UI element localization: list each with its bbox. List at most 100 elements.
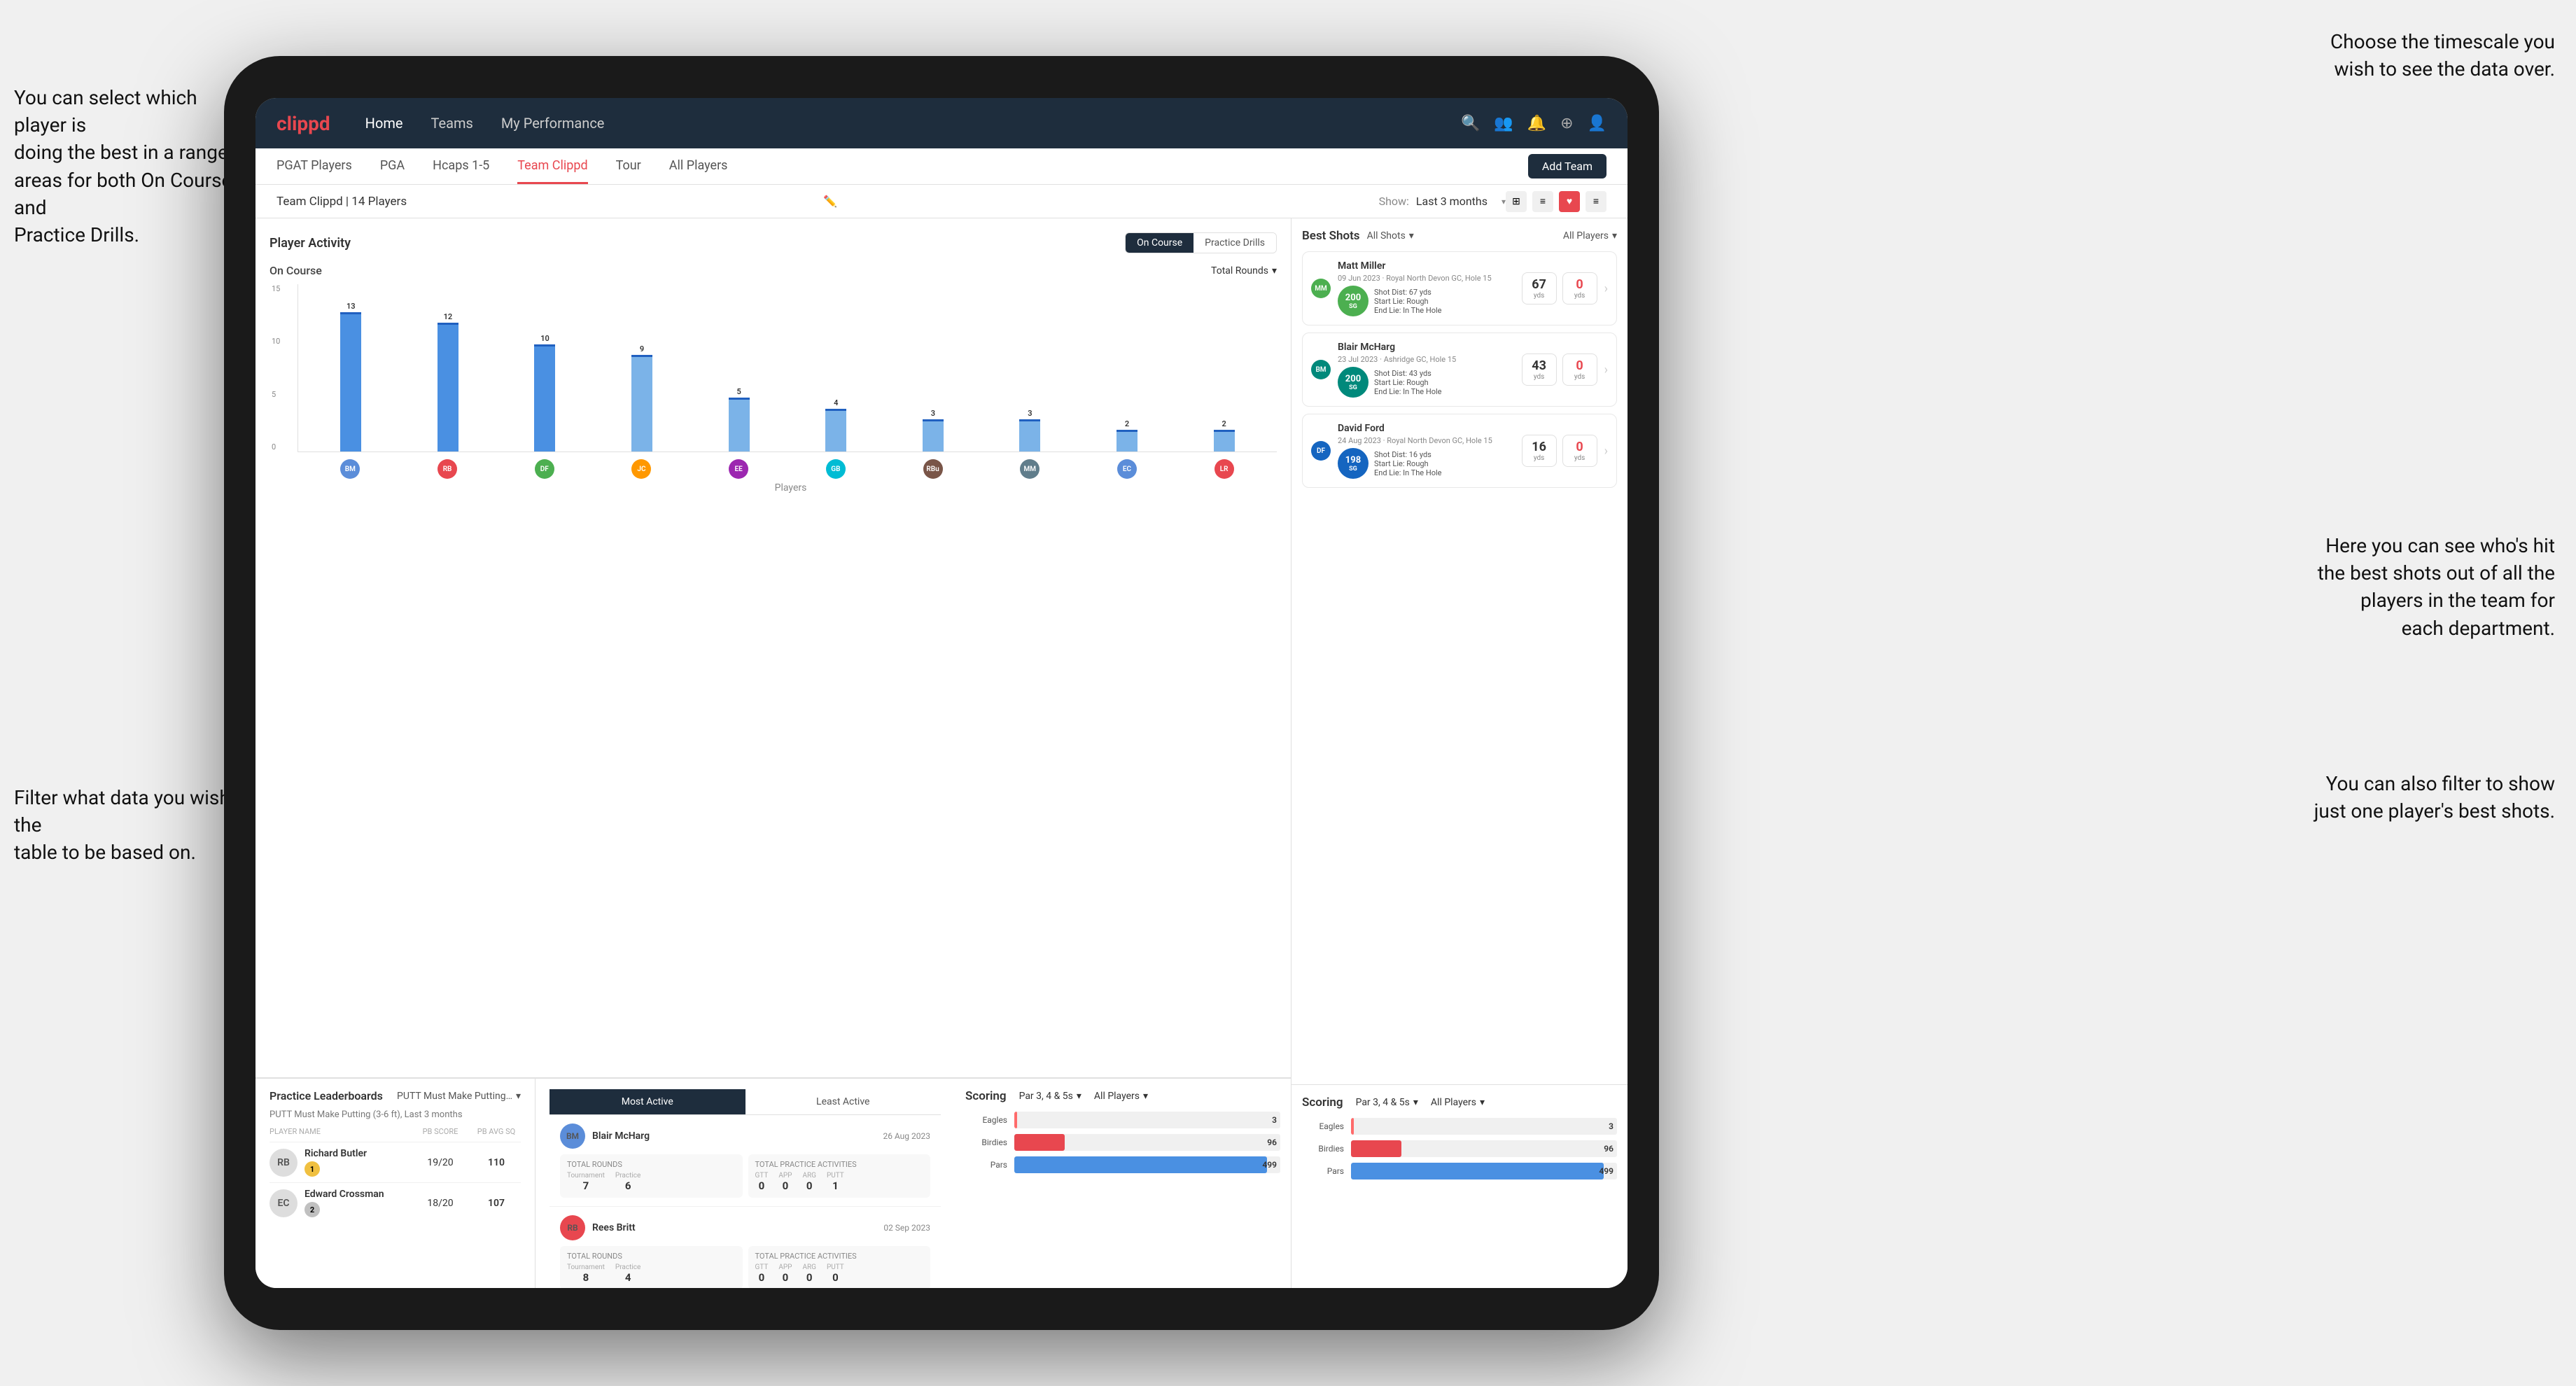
shot-1-chevron-icon[interactable]: › — [1604, 281, 1608, 296]
shot-card-1: MM Matt Miller 09 Jun 2023 · Royal North… — [1302, 251, 1617, 326]
shot-1-second-stat: 0 yds — [1562, 272, 1597, 304]
birdies-right-bar — [1351, 1140, 1401, 1157]
shot-2-dist-info: Shot Dist: 43 ydsStart Lie: RoughEnd Lie… — [1374, 369, 1441, 396]
main-content: Player Activity On Course Practice Drill… — [255, 218, 1628, 1288]
total-practice-section-1: Total Practice Activities GTT 0 APP — [748, 1154, 931, 1198]
player-avatar-r.britt: RB — [402, 459, 493, 479]
dropdown-caret-icon: ▾ — [1272, 265, 1277, 276]
bar-group-b.mcharg: 13 — [305, 302, 397, 451]
scoring-filter-1[interactable]: Par 3, 4 & 5s ▾ — [1019, 1091, 1082, 1102]
all-shots-caret: ▾ — [1409, 230, 1414, 241]
add-team-button[interactable]: Add Team — [1528, 154, 1606, 178]
total-rounds-dropdown[interactable]: Total Rounds ▾ — [1211, 265, 1277, 276]
birdies-label: Birdies — [965, 1138, 1007, 1147]
putt-col-1: PUTT 1 — [827, 1172, 844, 1192]
tab-hcaps[interactable]: Hcaps 1-5 — [433, 148, 489, 184]
bar-m.miller[interactable] — [1019, 419, 1040, 451]
edit-team-icon[interactable]: ✏️ — [823, 195, 837, 208]
annotation-best-shots: Here you can see who's hit the best shot… — [2318, 532, 2555, 642]
tab-most-active[interactable]: Most Active — [550, 1089, 746, 1114]
team-name-label: Team Clippd | 14 Players — [276, 195, 818, 209]
tab-team-clippd[interactable]: Team Clippd — [517, 148, 587, 184]
shot-3-detail-row: 198 SG Shot Dist: 16 ydsStart Lie: Rough… — [1338, 448, 1515, 479]
shot-1-stats: 67 yds 0 yds — [1522, 272, 1597, 304]
tab-least-active[interactable]: Least Active — [746, 1089, 941, 1114]
birdies-row: Birdies 96 — [965, 1134, 1280, 1151]
leaderboard-row-1: RB Richard Butler 1 19/20 110 — [270, 1142, 521, 1182]
tab-all-players[interactable]: All Players — [669, 148, 728, 184]
scoring-right-filter-1[interactable]: Par 3, 4 & 5s ▾ — [1356, 1097, 1418, 1108]
player-avatar-r.butler: RBu — [887, 459, 979, 479]
pars-row: Pars 499 — [965, 1156, 1280, 1173]
tab-pga[interactable]: PGA — [380, 148, 405, 184]
grid-icon[interactable]: ⊞ — [1506, 191, 1527, 212]
card-icon[interactable]: ♥ — [1559, 191, 1580, 212]
player-avatar-e.crossman: EC — [1082, 459, 1173, 479]
practice-subtitle: PUTT Must Make Putting (3-6 ft), Last 3 … — [270, 1110, 521, 1120]
show-value[interactable]: Last 3 months — [1416, 195, 1488, 208]
shot-3-player-avatar: DF — [1311, 441, 1331, 461]
pars-label: Pars — [965, 1160, 1007, 1170]
nav-logo: clippd — [276, 112, 330, 135]
scoring-header: Scoring Par 3, 4 & 5s ▾ All Players ▾ — [965, 1089, 1280, 1103]
gtt-col-1: GTT 0 — [755, 1172, 769, 1192]
player-2-avatar: EC — [270, 1189, 298, 1217]
eagles-right-value: 3 — [1609, 1121, 1614, 1131]
scoring-right-filter-2[interactable]: All Players ▾ — [1431, 1097, 1485, 1108]
rounds-stat-row-2: Tournament 8 Practice 4 — [567, 1264, 736, 1284]
bar-l.robertson[interactable] — [1214, 430, 1235, 451]
shot-3-chevron-icon[interactable]: › — [1604, 444, 1608, 458]
scoring-filter-2[interactable]: All Players ▾ — [1094, 1091, 1148, 1102]
shot-1-player-avatar: MM — [1311, 279, 1331, 298]
bar-r.britt[interactable] — [438, 323, 458, 451]
bar-j.coles[interactable] — [631, 355, 652, 451]
top-nav: clippd Home Teams My Performance 🔍 👥 🔔 ⊕… — [255, 98, 1628, 148]
all-shots-filter[interactable]: All Shots ▾ — [1367, 230, 1414, 241]
all-players-filter[interactable]: All Players ▾ — [1563, 230, 1617, 241]
bar-e.crossman[interactable] — [1116, 430, 1138, 451]
table-icon[interactable]: ≡ — [1586, 191, 1606, 212]
nav-links: Home Teams My Performance — [365, 115, 1461, 132]
birdies-right-container: 96 — [1351, 1140, 1617, 1157]
nav-teams[interactable]: Teams — [431, 115, 473, 132]
rounds-stat-row-1: Tournament 7 Practice 6 — [567, 1172, 736, 1192]
users-icon[interactable]: 👥 — [1494, 115, 1513, 132]
bar-r.butler[interactable] — [923, 419, 944, 451]
bar-b.mcharg[interactable] — [340, 312, 361, 451]
shot-3-second-stat: 0 yds — [1562, 435, 1597, 467]
chart-area: 15 10 5 0 1312109543322 BMRBDFJCEEGBRBuM… — [270, 284, 1277, 1063]
nav-home[interactable]: Home — [365, 115, 403, 132]
search-icon[interactable]: 🔍 — [1461, 115, 1480, 132]
settings-icon[interactable]: ⊕ — [1560, 115, 1573, 132]
tab-pgat-players[interactable]: PGAT Players — [276, 148, 352, 184]
scoring-chart: Eagles 3 Birdies 96 — [965, 1112, 1280, 1173]
shot-2-chevron-icon[interactable]: › — [1604, 363, 1608, 377]
bar-g.billingham[interactable] — [825, 409, 846, 451]
player-1-score: 19/20 — [416, 1157, 465, 1168]
annotation-filter-player: You can also filter to show just one pla… — [2314, 770, 2555, 825]
activity-player-1-date: 26 Aug 2023 — [883, 1131, 930, 1141]
nav-my-performance[interactable]: My Performance — [501, 115, 605, 132]
birdies-right-label: Birdies — [1302, 1144, 1344, 1154]
activity-player-row-2: RB Rees Britt 02 Sep 2023 — [560, 1215, 930, 1240]
bell-icon[interactable]: 🔔 — [1527, 115, 1546, 132]
pars-bar — [1014, 1156, 1267, 1173]
list-icon[interactable]: ≡ — [1532, 191, 1553, 212]
practice-filter-dropdown[interactable]: PUTT Must Make Putting… ▾ — [397, 1091, 521, 1102]
shot-2-player-detail: 23 Jul 2023 · Ashridge GC, Hole 15 — [1338, 355, 1515, 364]
user-avatar-icon[interactable]: 👤 — [1588, 115, 1606, 132]
tab-practice-drills[interactable]: Practice Drills — [1194, 233, 1276, 253]
bar-e.ebert[interactable] — [729, 398, 750, 451]
total-rounds-section-2: Total Rounds Tournament 8 Practice — [560, 1246, 743, 1288]
shot-card-2: BM Blair McHarg 23 Jul 2023 · Ashridge G… — [1302, 332, 1617, 407]
bar-group-e.ebert: 5 — [693, 387, 785, 451]
scoring-right-caret-1: ▾ — [1413, 1097, 1418, 1108]
tab-tour[interactable]: Tour — [616, 148, 641, 184]
activity-player-2-avatar: RB — [560, 1215, 585, 1240]
app-col-1: APP 0 — [778, 1172, 792, 1192]
col-player-name: PLAYER NAME — [270, 1127, 409, 1136]
bar-d.ford[interactable] — [534, 344, 555, 451]
tab-on-course[interactable]: On Course — [1126, 233, 1194, 253]
y-label-15: 15 — [272, 284, 280, 293]
player-avatar-l.robertson: LR — [1178, 459, 1270, 479]
